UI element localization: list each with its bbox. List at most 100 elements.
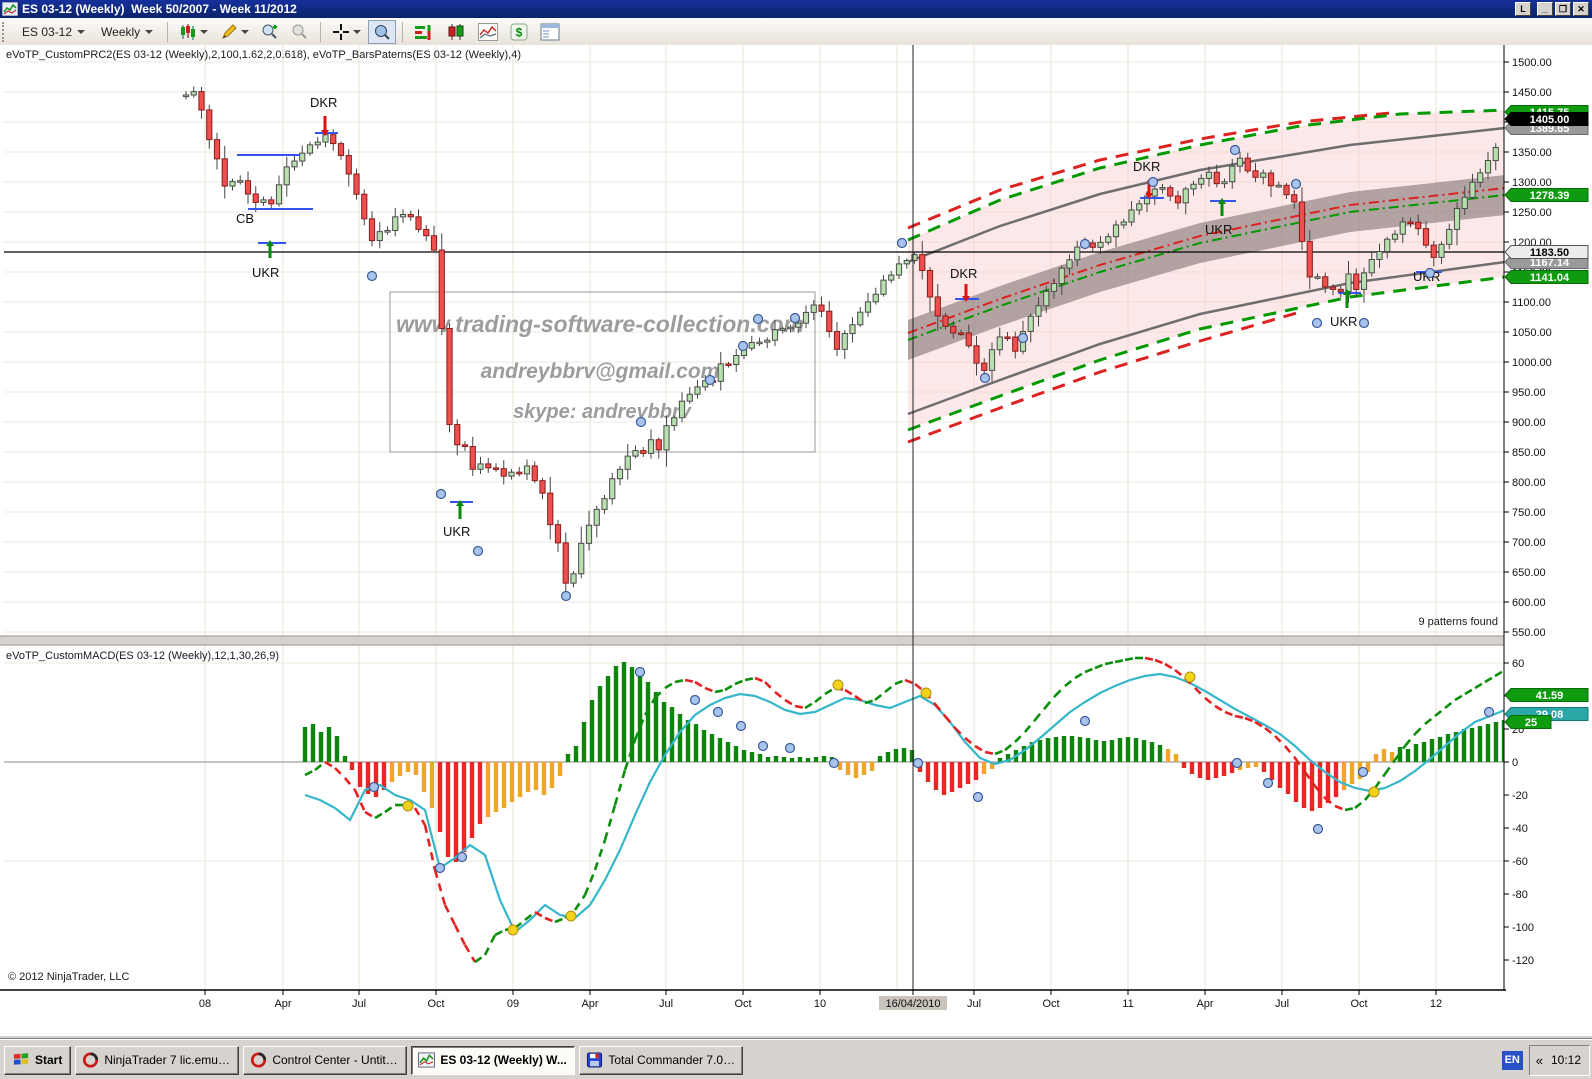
taskbar-task-active[interactable]: ES 03-12 (Weekly) W... [411,1046,575,1075]
svg-text:09: 09 [507,998,519,1010]
taskbar-task-button[interactable]: NinjaTrader 7 lic.emu v5.06 [75,1046,239,1075]
data-panel-button[interactable] [535,20,565,44]
toolbar-separator [167,22,168,42]
svg-text:41.59: 41.59 [1536,690,1564,702]
taskbar-task-button[interactable]: Total Commander 7.03 - ... [579,1046,743,1075]
svg-text:850.00: 850.00 [1512,447,1546,459]
window-title: ES 03-12 (Weekly) Week 50/2007 - Week 11… [22,2,1515,16]
language-indicator[interactable]: EN [1502,1051,1523,1070]
svg-text:750.00: 750.00 [1512,507,1546,519]
svg-text:1141.04: 1141.04 [1530,272,1570,284]
zoom-in-button[interactable] [256,20,284,44]
svg-text:600.00: 600.00 [1512,597,1546,609]
chart-toolbar: ES 03-12 Weekly [0,18,1592,46]
magnifier-tool-button[interactable] [368,20,396,44]
svg-text:950.00: 950.00 [1512,387,1546,399]
svg-text:1450.00: 1450.00 [1512,87,1552,99]
svg-text:Jul: Jul [967,998,981,1010]
svg-text:-40: -40 [1512,823,1528,835]
drawing-tools-dropdown[interactable] [215,20,254,44]
svg-text:60: 60 [1512,658,1524,670]
svg-text:skype: andreybbrv: skype: andreybbrv [513,401,693,423]
toolbar-grip[interactable] [2,22,11,42]
svg-text:DKR: DKR [1133,159,1160,174]
zoom-in-icon [261,23,279,41]
price-indicator-label: eVoTP_CustomPRC2(ES 03-12 (Weekly),2,100… [6,49,521,61]
link-button[interactable]: L [1515,2,1531,16]
svg-text:1100.00: 1100.00 [1512,297,1551,309]
svg-text:Oct: Oct [1350,998,1367,1010]
svg-text:550.00: 550.00 [1512,627,1546,639]
period-dropdown[interactable]: Weekly [94,22,160,42]
title-bar: ES 03-12 (Weekly) Week 50/2007 - Week 11… [0,0,1592,18]
svg-text:1350.00: 1350.00 [1512,147,1552,159]
svg-text:1300.00: 1300.00 [1512,177,1552,189]
chart-window-button[interactable] [441,20,471,44]
svg-text:Jul: Jul [1275,998,1289,1010]
crosshair-dropdown[interactable] [327,20,366,44]
chart-app-icon [2,2,18,16]
clock: 10:12 [1551,1053,1581,1067]
macd-indicator-label: eVoTP_CustomMACD(ES 03-12 (Weekly),12,1,… [6,650,279,662]
tray-collapse-button[interactable]: « [1536,1053,1543,1068]
zoom-out-button[interactable] [286,20,314,44]
svg-text:Oct: Oct [734,998,751,1010]
market-analyzer-button[interactable] [409,20,439,44]
instrument-label: ES 03-12 [22,25,72,39]
svg-text:Jul: Jul [659,998,673,1010]
svg-text:-80: -80 [1512,889,1528,901]
svg-text:$: $ [516,25,523,39]
candlestick-style-icon [179,23,197,41]
svg-text:Oct: Oct [1042,998,1059,1010]
svg-text:1000.00: 1000.00 [1512,357,1552,369]
line-chart-icon [478,23,498,41]
svg-text:11: 11 [1122,998,1133,1010]
svg-text:DKR: DKR [950,266,977,281]
system-tray: EN « 10:12 [1502,1045,1590,1076]
svg-text:12: 12 [1430,998,1442,1010]
dollar-icon: $ [510,23,528,41]
svg-text:25: 25 [1525,717,1537,729]
svg-text:-120: -120 [1512,955,1534,967]
svg-text:Apr: Apr [1196,998,1213,1010]
start-button[interactable]: Start [4,1046,71,1075]
svg-text:650.00: 650.00 [1512,567,1546,579]
candles-chart-icon [446,23,466,41]
start-label: Start [35,1053,62,1067]
svg-text:900.00: 900.00 [1512,417,1546,429]
panel-window-icon [540,23,560,41]
svg-text:700.00: 700.00 [1512,537,1546,549]
crosshair-icon [332,23,350,41]
svg-text:Apr: Apr [274,998,291,1010]
account-data-button[interactable]: $ [505,20,533,44]
svg-text:10: 10 [814,998,826,1010]
svg-text:-60: -60 [1512,856,1528,868]
svg-text:16/04/2010: 16/04/2010 [885,998,940,1010]
svg-text:CB: CB [236,211,254,226]
svg-text:andreybbrv@gmail.com: andreybbrv@gmail.com [481,360,720,383]
chart-canvas[interactable]: www.trading-software-collection.comandre… [0,45,1592,1039]
svg-text:1050.00: 1050.00 [1512,327,1552,339]
svg-text:DKR: DKR [310,95,337,110]
taskbar-task-button[interactable]: Control Center - Untitled1 [243,1046,407,1075]
chevron-down-icon [77,30,85,34]
restore-button[interactable]: ❐ [1555,2,1571,16]
minimize-button[interactable]: _ [1537,2,1553,16]
taskbar: Start NinjaTrader 7 lic.emu v5.06Control… [0,1039,1592,1079]
svg-text:-20: -20 [1512,790,1528,802]
period-label: Weekly [101,25,140,39]
svg-text:0: 0 [1512,757,1518,769]
patterns-found-status: 9 patterns found [1380,616,1498,628]
chart-style-dropdown[interactable] [174,20,213,44]
svg-text:1250.00: 1250.00 [1512,207,1552,219]
toolbar-separator [320,22,321,42]
magnifier-icon [373,23,391,41]
zoom-out-icon [291,23,309,41]
svg-text:UKR: UKR [1330,314,1357,329]
close-button[interactable]: ✕ [1573,2,1589,16]
tray-box: « 10:12 [1529,1045,1590,1076]
instrument-dropdown[interactable]: ES 03-12 [15,22,92,42]
toolbar-separator [402,22,403,42]
line-chart-button[interactable] [473,20,503,44]
svg-text:Apr: Apr [581,998,598,1010]
